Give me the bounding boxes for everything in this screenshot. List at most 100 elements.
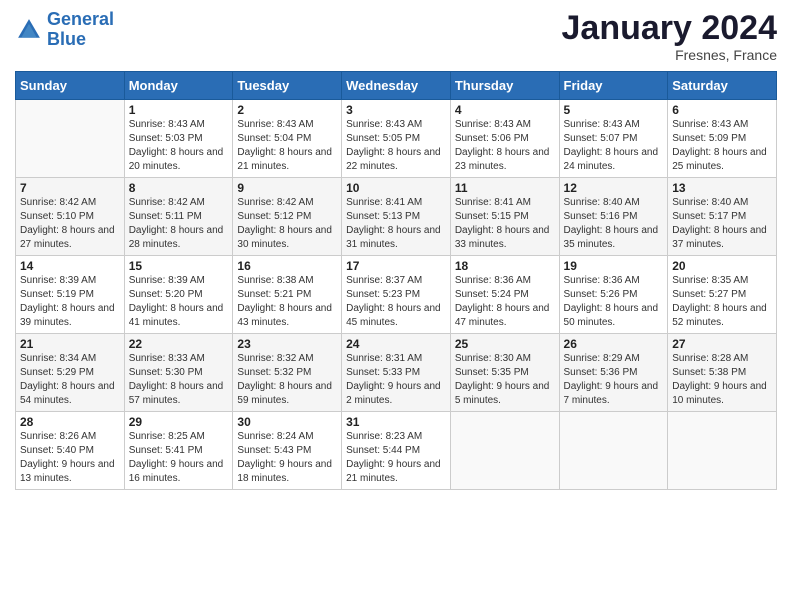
table-row: 21 Sunrise: 8:34 AMSunset: 5:29 PMDaylig… bbox=[16, 334, 777, 412]
day-number: 28 bbox=[20, 415, 120, 429]
day-number: 13 bbox=[672, 181, 772, 195]
day-info: Sunrise: 8:34 AMSunset: 5:29 PMDaylight:… bbox=[20, 353, 115, 406]
day-number: 3 bbox=[346, 103, 446, 117]
day-number: 31 bbox=[346, 415, 446, 429]
table-cell: 14 Sunrise: 8:39 AMSunset: 5:19 PMDaylig… bbox=[16, 256, 125, 334]
day-number: 7 bbox=[20, 181, 120, 195]
day-number: 17 bbox=[346, 259, 446, 273]
day-info: Sunrise: 8:26 AMSunset: 5:40 PMDaylight:… bbox=[20, 431, 115, 484]
day-info: Sunrise: 8:38 AMSunset: 5:21 PMDaylight:… bbox=[237, 275, 332, 328]
table-cell: 12 Sunrise: 8:40 AMSunset: 5:16 PMDaylig… bbox=[559, 178, 668, 256]
table-cell: 21 Sunrise: 8:34 AMSunset: 5:29 PMDaylig… bbox=[16, 334, 125, 412]
day-info: Sunrise: 8:43 AMSunset: 5:03 PMDaylight:… bbox=[129, 119, 224, 172]
logo: General Blue bbox=[15, 10, 114, 50]
day-number: 4 bbox=[455, 103, 555, 117]
day-info: Sunrise: 8:42 AMSunset: 5:11 PMDaylight:… bbox=[129, 197, 224, 250]
table-cell bbox=[559, 412, 668, 490]
day-number: 11 bbox=[455, 181, 555, 195]
table-row: 28 Sunrise: 8:26 AMSunset: 5:40 PMDaylig… bbox=[16, 412, 777, 490]
title-block: January 2024 Fresnes, France bbox=[562, 10, 778, 63]
day-number: 23 bbox=[237, 337, 337, 351]
table-cell: 22 Sunrise: 8:33 AMSunset: 5:30 PMDaylig… bbox=[124, 334, 233, 412]
calendar-table: Sunday Monday Tuesday Wednesday Thursday… bbox=[15, 71, 777, 490]
day-number: 16 bbox=[237, 259, 337, 273]
table-cell: 28 Sunrise: 8:26 AMSunset: 5:40 PMDaylig… bbox=[16, 412, 125, 490]
table-row: 14 Sunrise: 8:39 AMSunset: 5:19 PMDaylig… bbox=[16, 256, 777, 334]
table-cell: 10 Sunrise: 8:41 AMSunset: 5:13 PMDaylig… bbox=[342, 178, 451, 256]
table-cell: 23 Sunrise: 8:32 AMSunset: 5:32 PMDaylig… bbox=[233, 334, 342, 412]
table-cell: 19 Sunrise: 8:36 AMSunset: 5:26 PMDaylig… bbox=[559, 256, 668, 334]
header-row: Sunday Monday Tuesday Wednesday Thursday… bbox=[16, 72, 777, 100]
day-info: Sunrise: 8:30 AMSunset: 5:35 PMDaylight:… bbox=[455, 353, 550, 406]
col-monday: Monday bbox=[124, 72, 233, 100]
day-info: Sunrise: 8:33 AMSunset: 5:30 PMDaylight:… bbox=[129, 353, 224, 406]
day-info: Sunrise: 8:42 AMSunset: 5:12 PMDaylight:… bbox=[237, 197, 332, 250]
day-info: Sunrise: 8:42 AMSunset: 5:10 PMDaylight:… bbox=[20, 197, 115, 250]
day-info: Sunrise: 8:43 AMSunset: 5:06 PMDaylight:… bbox=[455, 119, 550, 172]
table-cell: 31 Sunrise: 8:23 AMSunset: 5:44 PMDaylig… bbox=[342, 412, 451, 490]
header: General Blue January 2024 Fresnes, Franc… bbox=[15, 10, 777, 63]
day-number: 25 bbox=[455, 337, 555, 351]
day-info: Sunrise: 8:36 AMSunset: 5:26 PMDaylight:… bbox=[564, 275, 659, 328]
day-info: Sunrise: 8:41 AMSunset: 5:15 PMDaylight:… bbox=[455, 197, 550, 250]
day-number: 26 bbox=[564, 337, 664, 351]
day-info: Sunrise: 8:28 AMSunset: 5:38 PMDaylight:… bbox=[672, 353, 767, 406]
logo-text: General Blue bbox=[47, 10, 114, 50]
day-info: Sunrise: 8:39 AMSunset: 5:19 PMDaylight:… bbox=[20, 275, 115, 328]
day-number: 19 bbox=[564, 259, 664, 273]
table-cell: 29 Sunrise: 8:25 AMSunset: 5:41 PMDaylig… bbox=[124, 412, 233, 490]
table-cell: 18 Sunrise: 8:36 AMSunset: 5:24 PMDaylig… bbox=[450, 256, 559, 334]
day-number: 21 bbox=[20, 337, 120, 351]
day-number: 5 bbox=[564, 103, 664, 117]
day-info: Sunrise: 8:40 AMSunset: 5:16 PMDaylight:… bbox=[564, 197, 659, 250]
table-cell: 30 Sunrise: 8:24 AMSunset: 5:43 PMDaylig… bbox=[233, 412, 342, 490]
day-number: 18 bbox=[455, 259, 555, 273]
table-cell: 11 Sunrise: 8:41 AMSunset: 5:15 PMDaylig… bbox=[450, 178, 559, 256]
day-info: Sunrise: 8:31 AMSunset: 5:33 PMDaylight:… bbox=[346, 353, 441, 406]
day-number: 2 bbox=[237, 103, 337, 117]
col-tuesday: Tuesday bbox=[233, 72, 342, 100]
day-number: 24 bbox=[346, 337, 446, 351]
day-number: 30 bbox=[237, 415, 337, 429]
col-friday: Friday bbox=[559, 72, 668, 100]
day-info: Sunrise: 8:23 AMSunset: 5:44 PMDaylight:… bbox=[346, 431, 441, 484]
table-cell bbox=[16, 100, 125, 178]
table-cell: 6 Sunrise: 8:43 AMSunset: 5:09 PMDayligh… bbox=[668, 100, 777, 178]
day-info: Sunrise: 8:36 AMSunset: 5:24 PMDaylight:… bbox=[455, 275, 550, 328]
col-sunday: Sunday bbox=[16, 72, 125, 100]
day-number: 1 bbox=[129, 103, 229, 117]
table-cell: 17 Sunrise: 8:37 AMSunset: 5:23 PMDaylig… bbox=[342, 256, 451, 334]
day-info: Sunrise: 8:25 AMSunset: 5:41 PMDaylight:… bbox=[129, 431, 224, 484]
col-saturday: Saturday bbox=[668, 72, 777, 100]
table-cell: 24 Sunrise: 8:31 AMSunset: 5:33 PMDaylig… bbox=[342, 334, 451, 412]
day-number: 10 bbox=[346, 181, 446, 195]
table-cell bbox=[450, 412, 559, 490]
day-number: 6 bbox=[672, 103, 772, 117]
table-cell: 9 Sunrise: 8:42 AMSunset: 5:12 PMDayligh… bbox=[233, 178, 342, 256]
table-cell bbox=[668, 412, 777, 490]
table-cell: 15 Sunrise: 8:39 AMSunset: 5:20 PMDaylig… bbox=[124, 256, 233, 334]
day-number: 12 bbox=[564, 181, 664, 195]
table-row: 7 Sunrise: 8:42 AMSunset: 5:10 PMDayligh… bbox=[16, 178, 777, 256]
day-info: Sunrise: 8:39 AMSunset: 5:20 PMDaylight:… bbox=[129, 275, 224, 328]
logo-icon bbox=[15, 16, 43, 44]
table-row: 1 Sunrise: 8:43 AMSunset: 5:03 PMDayligh… bbox=[16, 100, 777, 178]
day-number: 9 bbox=[237, 181, 337, 195]
table-cell: 13 Sunrise: 8:40 AMSunset: 5:17 PMDaylig… bbox=[668, 178, 777, 256]
table-cell: 27 Sunrise: 8:28 AMSunset: 5:38 PMDaylig… bbox=[668, 334, 777, 412]
month-title: January 2024 bbox=[562, 10, 778, 47]
table-cell: 3 Sunrise: 8:43 AMSunset: 5:05 PMDayligh… bbox=[342, 100, 451, 178]
day-info: Sunrise: 8:43 AMSunset: 5:04 PMDaylight:… bbox=[237, 119, 332, 172]
day-info: Sunrise: 8:40 AMSunset: 5:17 PMDaylight:… bbox=[672, 197, 767, 250]
day-number: 29 bbox=[129, 415, 229, 429]
table-cell: 26 Sunrise: 8:29 AMSunset: 5:36 PMDaylig… bbox=[559, 334, 668, 412]
day-number: 8 bbox=[129, 181, 229, 195]
calendar-page: General Blue January 2024 Fresnes, Franc… bbox=[0, 0, 792, 612]
day-number: 27 bbox=[672, 337, 772, 351]
table-cell: 8 Sunrise: 8:42 AMSunset: 5:11 PMDayligh… bbox=[124, 178, 233, 256]
day-info: Sunrise: 8:41 AMSunset: 5:13 PMDaylight:… bbox=[346, 197, 441, 250]
table-cell: 5 Sunrise: 8:43 AMSunset: 5:07 PMDayligh… bbox=[559, 100, 668, 178]
table-cell: 7 Sunrise: 8:42 AMSunset: 5:10 PMDayligh… bbox=[16, 178, 125, 256]
table-cell: 25 Sunrise: 8:30 AMSunset: 5:35 PMDaylig… bbox=[450, 334, 559, 412]
day-info: Sunrise: 8:43 AMSunset: 5:05 PMDaylight:… bbox=[346, 119, 441, 172]
